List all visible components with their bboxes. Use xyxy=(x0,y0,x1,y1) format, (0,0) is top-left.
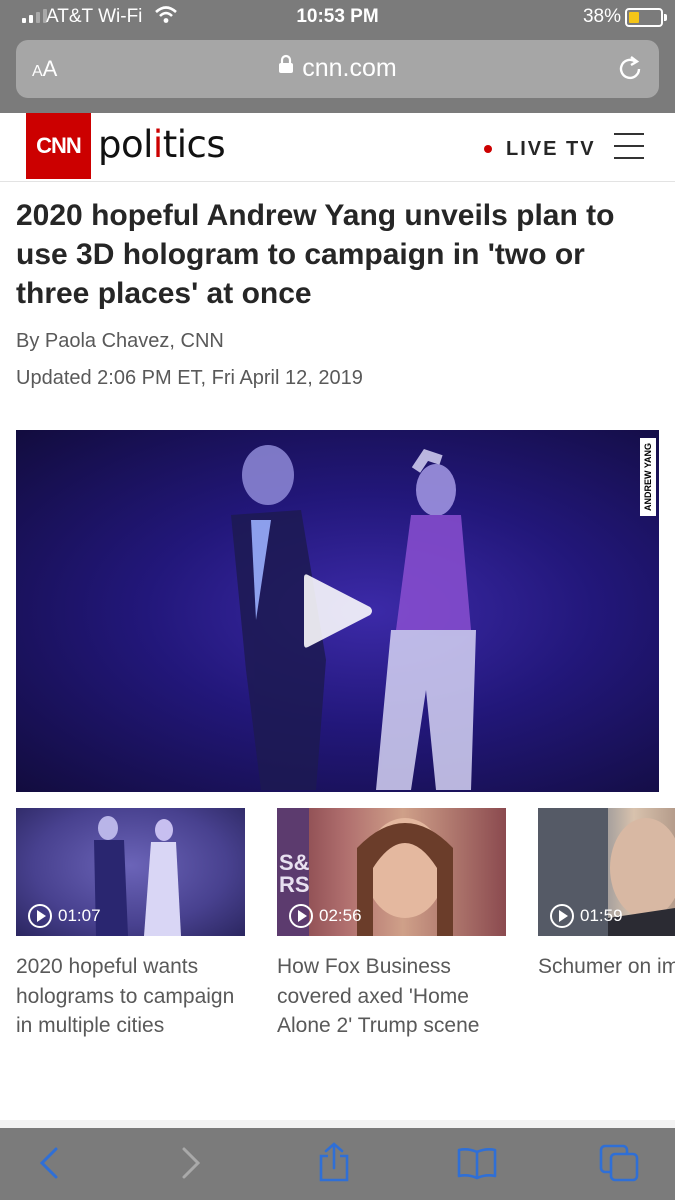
video-duration: 01:59 xyxy=(550,904,623,928)
related-video-caption[interactable]: 2020 hopeful wants holograms to campaign… xyxy=(16,952,245,1041)
related-video-thumbnail[interactable]: 01:07 xyxy=(16,808,245,936)
live-tv-link[interactable]: LIVE TV xyxy=(506,138,596,161)
video-duration: 02:56 xyxy=(289,904,362,928)
section-title[interactable]: politics xyxy=(98,123,226,166)
reload-icon[interactable] xyxy=(617,54,645,89)
play-circle-icon xyxy=(289,904,313,928)
status-bar: AT&T Wi-Fi 10:53 PM 38% xyxy=(0,0,675,34)
hamburger-menu-icon[interactable] xyxy=(614,133,644,159)
video-player[interactable]: ANDREW YANG xyxy=(16,430,659,792)
svg-text:RS: RS xyxy=(279,872,310,897)
article-byline: By Paola Chavez, CNN xyxy=(16,330,224,352)
battery-fill xyxy=(629,12,639,23)
battery-percent: 38% xyxy=(582,6,621,27)
article-timestamp: Updated 2:06 PM ET, Fri April 12, 2019 xyxy=(16,367,363,389)
browser-top-chrome: AT&T Wi-Fi 10:53 PM 38% AA cnn.com xyxy=(0,0,675,113)
related-video-thumbnail[interactable]: S& RS 02:56 xyxy=(277,808,506,936)
play-circle-icon xyxy=(550,904,574,928)
tabs-icon[interactable] xyxy=(598,1143,640,1188)
share-icon[interactable] xyxy=(316,1142,352,1187)
video-watermark: ANDREW YANG xyxy=(640,438,656,516)
live-indicator-dot xyxy=(484,145,492,153)
video-duration: 01:07 xyxy=(28,904,101,928)
play-icon[interactable] xyxy=(300,569,376,658)
article-headline: 2020 hopeful Andrew Yang unveils plan to… xyxy=(16,199,615,310)
forward-icon[interactable] xyxy=(178,1146,204,1185)
site-header: CNN politics LIVE TV xyxy=(0,113,675,182)
bookmarks-icon[interactable] xyxy=(456,1146,498,1185)
battery-icon xyxy=(625,8,667,27)
content-divider xyxy=(0,1120,675,1128)
address-bar[interactable]: AA cnn.com xyxy=(16,40,659,98)
status-clock: 10:53 PM xyxy=(296,6,379,27)
back-icon[interactable] xyxy=(36,1146,62,1185)
cnn-logo[interactable]: CNN xyxy=(26,113,91,179)
url-display[interactable]: cnn.com xyxy=(16,54,659,84)
related-video-thumbnail[interactable]: 01:59 xyxy=(538,808,675,936)
lock-icon xyxy=(278,52,294,81)
play-circle-icon xyxy=(28,904,52,928)
related-video-caption[interactable]: How Fox Business covered axed 'Home Alon… xyxy=(277,952,506,1041)
url-text: cnn.com xyxy=(302,54,397,82)
browser-toolbar xyxy=(0,1128,675,1200)
related-video-caption[interactable]: Schumer on impeachment: Senate not lik xyxy=(538,952,675,982)
